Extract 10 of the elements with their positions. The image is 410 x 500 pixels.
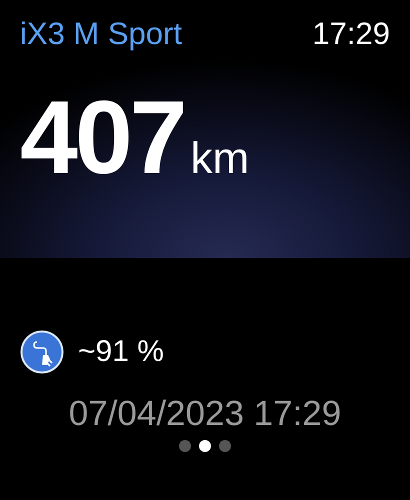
clock-time: 17:29 xyxy=(312,16,390,52)
page-indicator-dot[interactable] xyxy=(179,440,191,452)
plug-icon xyxy=(20,330,64,374)
range-unit: km xyxy=(190,134,250,184)
page-indicator-dot[interactable] xyxy=(219,440,231,452)
charge-level: ~91 % xyxy=(78,335,164,369)
update-timestamp: 07/04/2023 17:29 xyxy=(68,394,342,434)
vehicle-name: iX3 M Sport xyxy=(20,16,182,52)
page-indicator-dot[interactable] xyxy=(199,440,211,452)
range-value: 407 xyxy=(20,86,185,190)
